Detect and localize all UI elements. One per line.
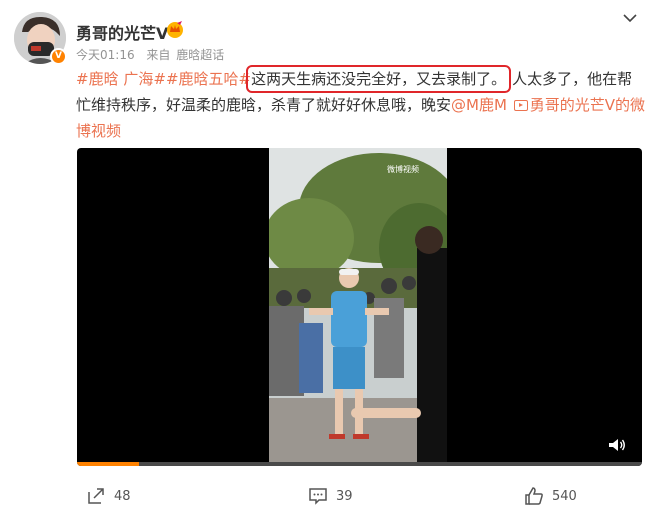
author-name[interactable]: 勇哥的光芒V [76,20,168,44]
topic-tag[interactable]: 广海# [123,70,166,88]
topic-tag[interactable]: #鹿晗五哈# [166,70,251,88]
mention-link[interactable]: @M鹿M [451,96,507,114]
comment-count: 39 [336,488,353,504]
repost-icon [88,488,104,504]
post-time[interactable]: 今天01:16 [76,48,135,62]
repost-button[interactable]: 48 [86,486,131,506]
post-meta: 今天01:16 来自 鹿晗超话 [76,46,232,63]
highlighted-sentence: 这两天生病还没完全好，又去录制了。 [246,65,512,93]
post-header: V 勇哥的光芒V 今天01:16 来自 鹿晗超话 [0,0,660,70]
like-button[interactable]: 540 [524,486,577,506]
crown-badge-icon[interactable] [166,20,184,38]
video-player[interactable]: 微博视频 [77,148,642,466]
thumbs-up-icon [525,487,543,505]
video-link-icon [513,100,528,111]
repost-count: 48 [114,488,131,504]
video-frame[interactable]: 微博视频 [269,148,447,466]
like-count: 540 [552,488,577,504]
chevron-down-icon[interactable] [622,12,638,24]
post-text: #鹿晗 广海##鹿晗五哈#这两天生病还没完全好，又去录制了。 人太多了，他在帮忙维… [76,65,646,144]
comment-button[interactable]: 39 [308,486,353,506]
topic-tag[interactable]: #鹿晗 [76,70,119,88]
verified-v-icon: V [50,48,67,65]
video-watermark: 微博视频 [387,164,419,174]
source-link[interactable]: 鹿晗超话 [176,48,224,62]
post-actions: 48 39 540 [0,480,660,516]
source-prefix: 来自 [146,48,171,62]
comment-icon [309,488,327,505]
volume-icon[interactable] [608,438,626,452]
video-progress-fill [77,462,140,466]
video-progress-track[interactable] [77,462,642,466]
